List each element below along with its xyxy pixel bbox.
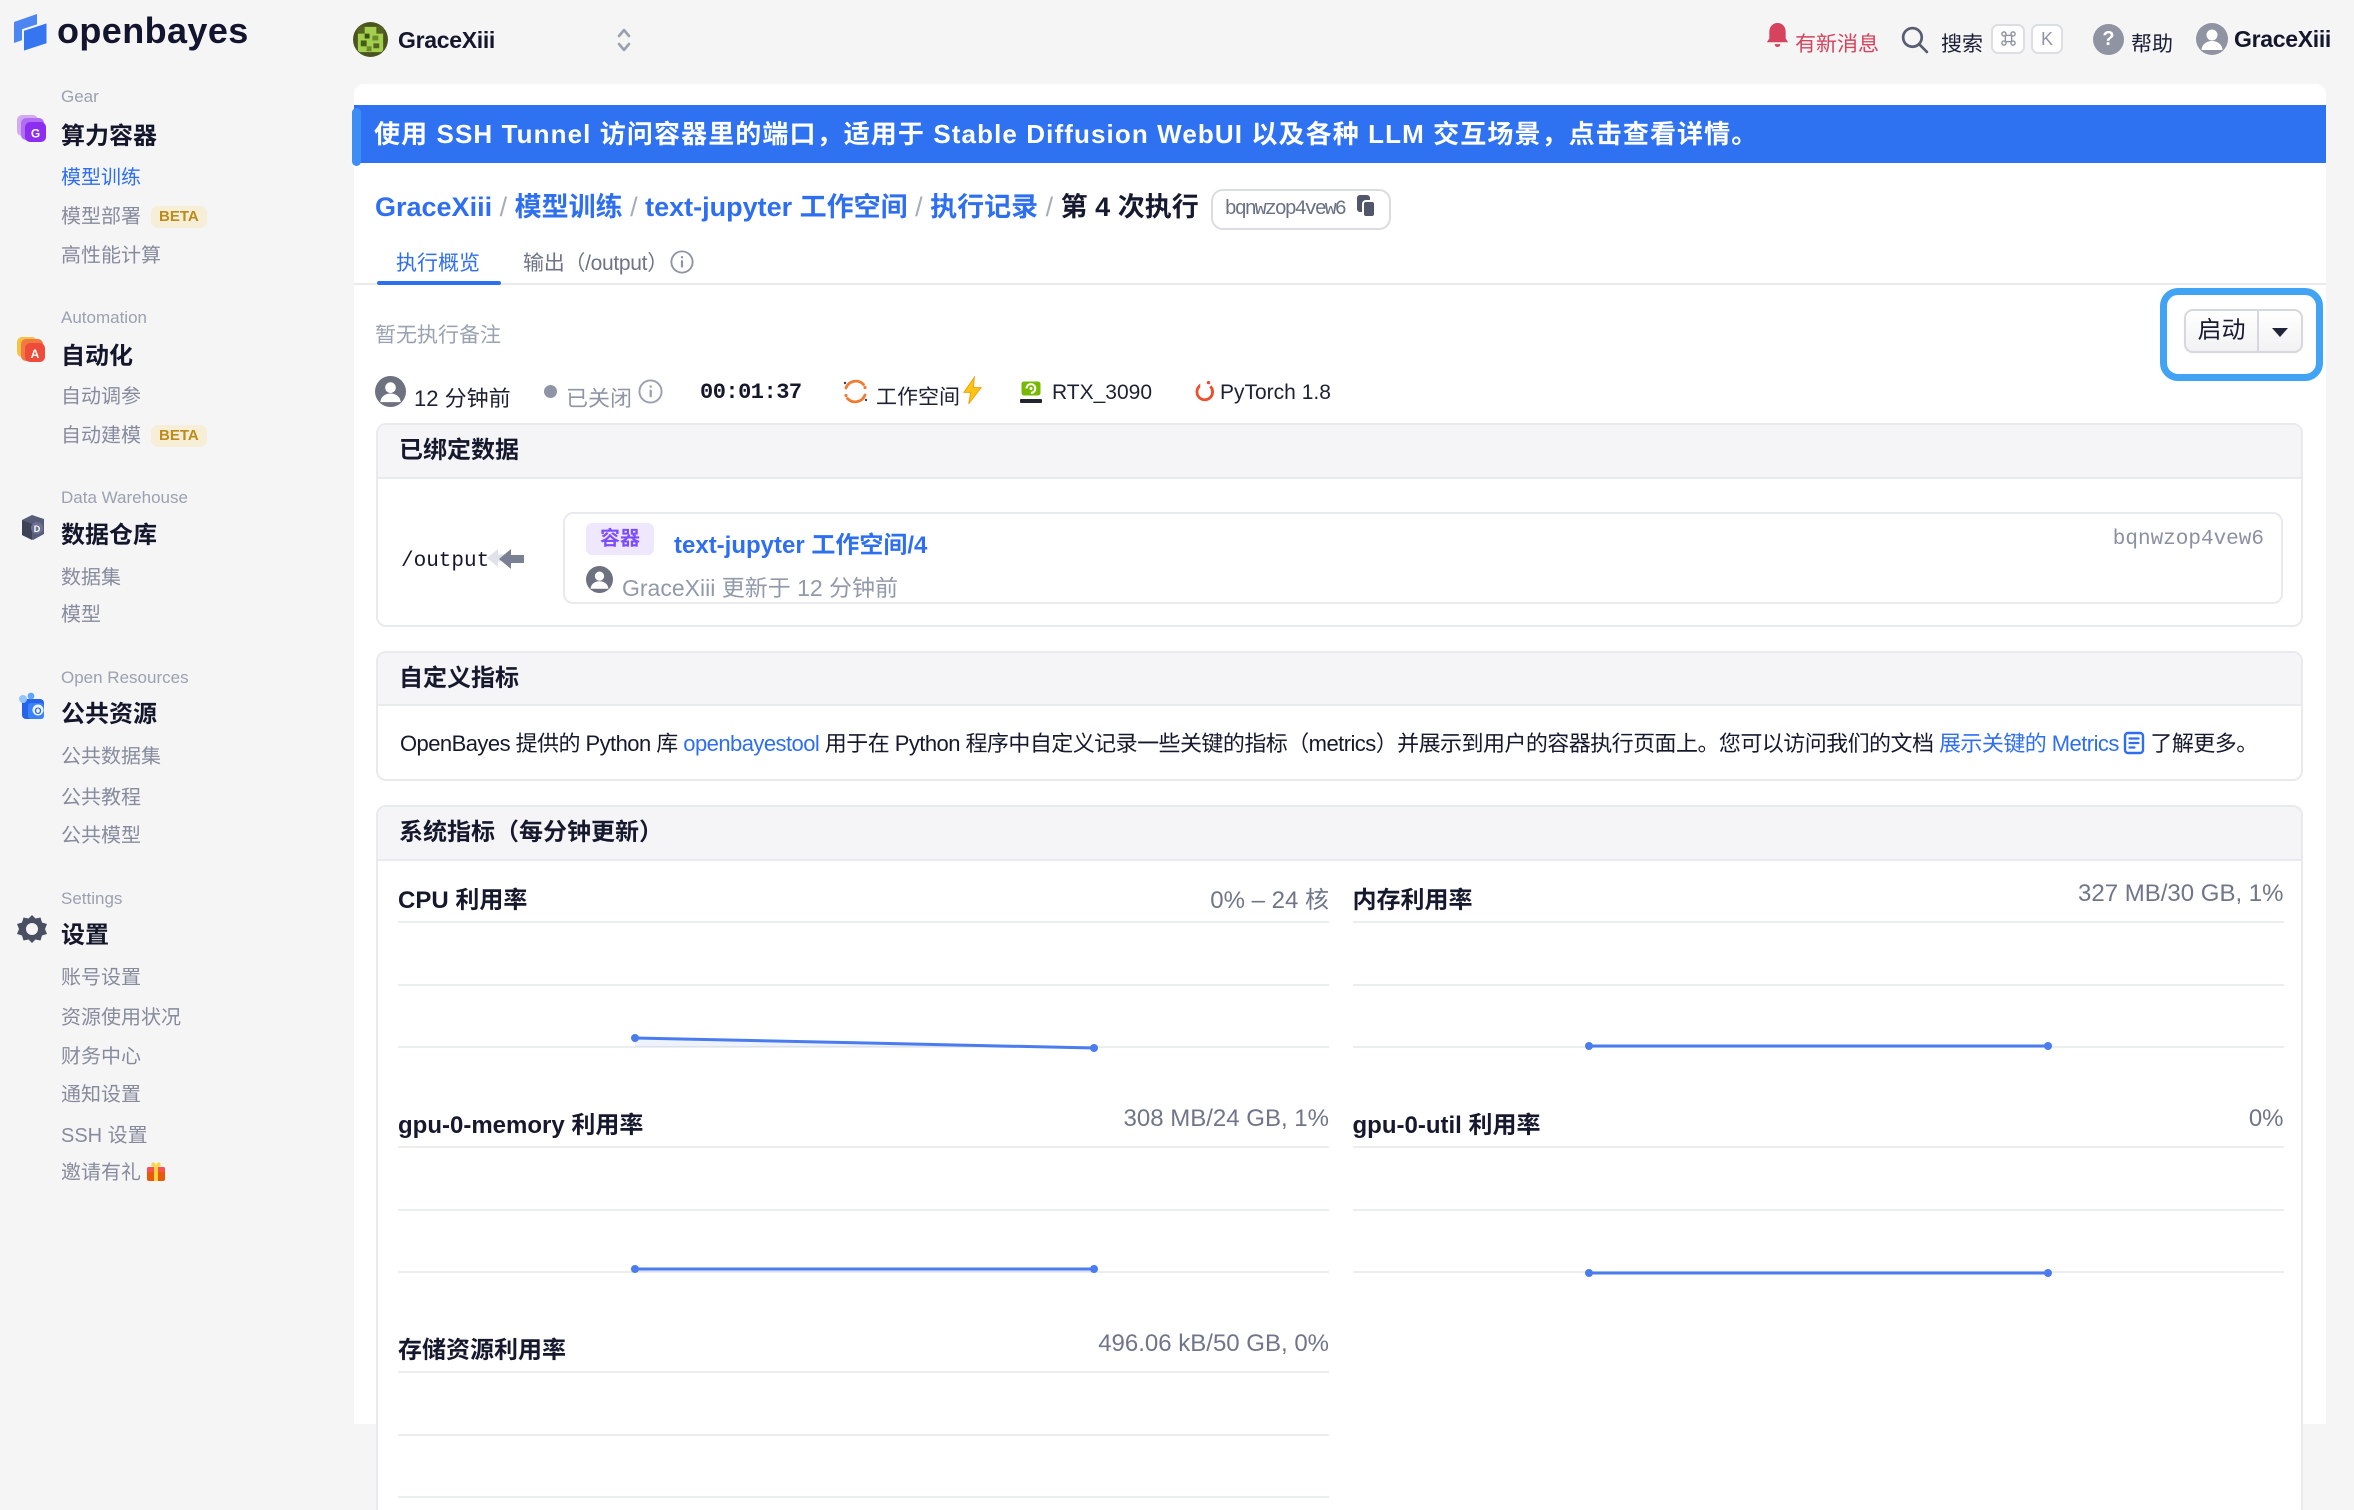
svg-text:D: D — [34, 524, 41, 534]
svg-text:G: G — [31, 127, 40, 141]
svg-text:O: O — [34, 706, 41, 716]
svg-text:A: A — [31, 347, 40, 361]
